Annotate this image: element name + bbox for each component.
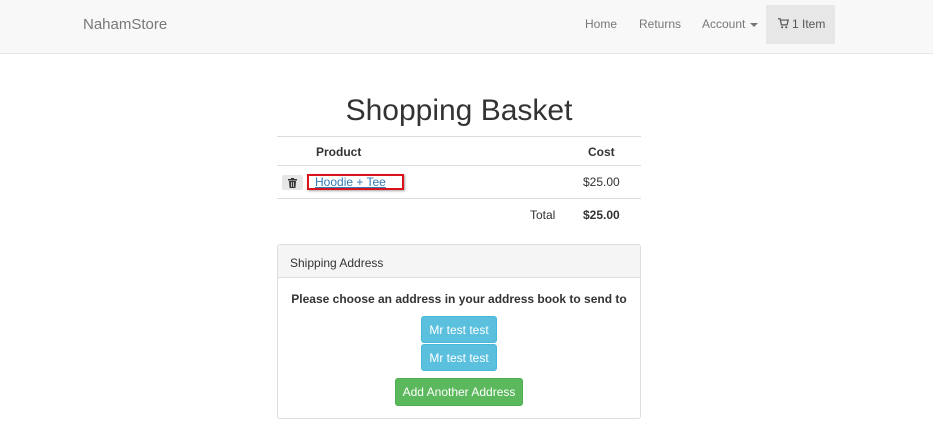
- trash-icon: [288, 177, 297, 188]
- nav-home[interactable]: Home: [585, 17, 617, 31]
- panel-title: Shipping Address: [290, 256, 384, 270]
- add-address-button[interactable]: Add Another Address: [395, 378, 523, 406]
- cart-inner: 1 Item: [778, 17, 825, 31]
- nav-account-label: Account: [702, 17, 746, 31]
- caret-down-icon: [750, 22, 759, 27]
- highlight-annotation: [307, 174, 404, 190]
- product-cost: $25.00: [583, 175, 620, 189]
- brand-link[interactable]: NahamStore: [83, 16, 167, 33]
- total-label: Total: [530, 208, 556, 222]
- total-row: Total $25.00: [277, 198, 641, 232]
- page-title: Shopping Basket: [345, 94, 573, 127]
- nav-returns[interactable]: Returns: [639, 17, 681, 31]
- header-cost: Cost: [588, 145, 615, 159]
- address-button-2[interactable]: Mr test test: [421, 344, 497, 371]
- shipping-address-panel: Shipping Address Please choose an addres…: [277, 244, 641, 419]
- remove-item-button[interactable]: [282, 175, 303, 190]
- nav-cart[interactable]: 1 Item: [766, 5, 835, 44]
- total-value: $25.00: [583, 208, 620, 222]
- address-prompt: Please choose an address in your address…: [291, 292, 627, 306]
- nav-account-dropdown[interactable]: Account: [702, 17, 759, 31]
- top-navbar: NahamStore Home Returns Account 1 Item: [0, 0, 933, 54]
- address-button-1[interactable]: Mr test test: [421, 316, 497, 343]
- shopping-cart-icon: [778, 18, 789, 29]
- header-product: Product: [316, 145, 362, 159]
- panel-heading: Shipping Address: [278, 245, 640, 278]
- cart-count-label: 1 Item: [792, 17, 826, 31]
- table-header-row: Product Cost: [277, 136, 641, 166]
